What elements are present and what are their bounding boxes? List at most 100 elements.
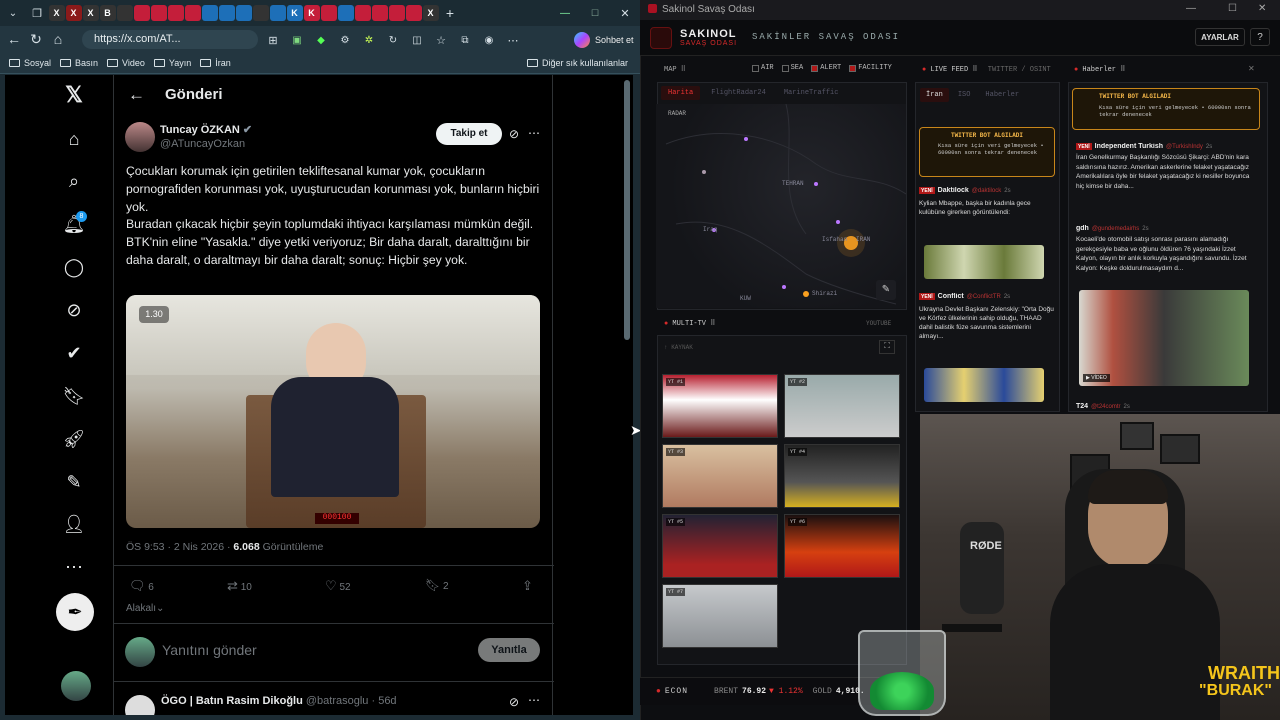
author-name[interactable]: Tuncay ÖZKAN ✔ — [160, 123, 252, 136]
tv-thumb[interactable]: YT #2 — [784, 374, 900, 438]
map-filter-facility[interactable]: FACILITY — [849, 64, 892, 72]
browser-tab[interactable] — [150, 5, 167, 21]
translate-icon[interactable]: ⊞ — [262, 29, 284, 51]
minimize-icon[interactable]: — — [1186, 3, 1196, 14]
map-tab-0[interactable]: Harita — [661, 86, 701, 100]
grok-nav-icon[interactable]: ⊘ — [62, 298, 86, 322]
news-item[interactable]: gdh @gundemedairhs 2s Kocaeli'de otomobil s… — [1076, 225, 1252, 273]
browser-tab[interactable] — [167, 5, 184, 21]
browser-tab[interactable]: K — [286, 5, 303, 21]
map-marker[interactable] — [814, 182, 818, 186]
next-more-icon[interactable]: ⋯ — [528, 693, 540, 707]
favorites-icon[interactable]: ☆ — [430, 29, 452, 51]
news-image[interactable]: ▶ VİDEO — [1079, 290, 1249, 386]
feed-image[interactable] — [924, 368, 1044, 402]
browser-tab[interactable] — [116, 5, 133, 21]
back-arrow-icon[interactable]: ← — [128, 85, 145, 105]
author-avatar[interactable] — [125, 122, 155, 152]
reply-action[interactable]: 🗨︎ 6 — [129, 578, 154, 594]
extension-4-icon[interactable]: ✲ — [358, 29, 380, 51]
reload-icon[interactable]: ↻ — [25, 28, 47, 50]
maximize-icon[interactable]: ☐ — [1228, 3, 1237, 14]
tv-thumb[interactable]: YT #7 — [662, 584, 778, 648]
articles-nav-icon[interactable]: ✎ — [62, 470, 86, 494]
profile-nav-icon[interactable]: 👤︎ — [62, 512, 86, 536]
map-marker[interactable] — [782, 285, 786, 289]
back-icon[interactable]: ← — [3, 28, 25, 50]
browser-tab[interactable]: B — [99, 5, 116, 21]
profile-icon[interactable]: ◉ — [478, 29, 500, 51]
fullscreen-icon[interactable]: ⛶ — [879, 340, 895, 354]
like-action[interactable]: ♡ 52 — [325, 578, 351, 594]
bookmark-3[interactable]: Yayın — [153, 58, 191, 68]
repost-action[interactable]: ⇄ 10 — [227, 578, 252, 594]
map-marker[interactable] — [836, 220, 840, 224]
more-icon[interactable]: ⋯ — [502, 29, 524, 51]
map-marker[interactable] — [744, 137, 748, 141]
help-button[interactable]: ? — [1250, 28, 1270, 46]
news-item[interactable]: T24 @t24comtr 2s — [1076, 403, 1252, 413]
source-button[interactable]: ↑ KAYNAK — [664, 344, 693, 351]
news-item[interactable]: YENİ Independent Turkish @TurkishIndy 2s İra… — [1076, 143, 1252, 191]
map-filter-air[interactable]: AIR — [752, 64, 774, 72]
browser-tab[interactable] — [371, 5, 388, 21]
news-close-icon[interactable]: ✕ — [1248, 64, 1255, 73]
bookmark-action[interactable]: 🔖︎ 2 — [425, 578, 449, 592]
tab-menu-icon[interactable]: ⌄ — [0, 2, 26, 24]
x-logo-icon[interactable]: 𝕏 — [62, 82, 86, 107]
browser-tab[interactable]: K — [303, 5, 320, 21]
map-tab-2[interactable]: MarineTraffic — [777, 86, 846, 100]
tv-thumb[interactable]: YT #3 — [662, 444, 778, 508]
extension-5-icon[interactable]: ↻ — [382, 29, 404, 51]
next-reply-author[interactable]: ÖGO | Batın Rasim Dikoğlu @batrasoglu · … — [161, 695, 397, 707]
tv-thumb[interactable]: YT #1 — [662, 374, 778, 438]
grok-icon[interactable]: ⊘ — [509, 127, 519, 141]
browser-tab[interactable] — [218, 5, 235, 21]
workspaces-icon[interactable]: ❐ — [26, 2, 48, 24]
bookmark-2[interactable]: Video — [107, 58, 145, 68]
map-tab-1[interactable]: FlightRadar24 — [704, 86, 773, 100]
page-scrollbar[interactable] — [624, 80, 630, 340]
minimize-icon[interactable]: — — [550, 2, 580, 24]
extension-2-icon[interactable]: ◆ — [310, 29, 332, 51]
browser-tab[interactable] — [252, 5, 269, 21]
tv-thumb[interactable]: YT #4 — [784, 444, 900, 508]
tv-thumb[interactable]: YT #6 — [784, 514, 900, 578]
collections-icon[interactable]: ⧉ — [454, 29, 476, 51]
feed-image[interactable] — [924, 245, 1044, 279]
explore-nav-icon[interactable]: ⌕ — [62, 169, 86, 193]
browser-tab[interactable] — [133, 5, 150, 21]
bookmarks-nav-icon[interactable]: 🔖︎ — [62, 384, 86, 408]
copilot-chat-button[interactable]: Sohbet et — [574, 31, 634, 49]
address-bar[interactable]: https://x.com/AT... — [82, 30, 258, 49]
bookmark-1[interactable]: Basın — [60, 58, 98, 68]
close-window-icon[interactable]: ✕ — [610, 2, 640, 24]
compose-post-button[interactable]: ✒ — [56, 593, 94, 631]
browser-tab[interactable] — [184, 5, 201, 21]
bookmark-4[interactable]: İran — [200, 58, 231, 68]
tv-thumb[interactable]: YT #5 — [662, 514, 778, 578]
reply-input[interactable]: Yanıtını gönder — [162, 642, 257, 658]
map-hotspot[interactable] — [803, 291, 809, 297]
relevance-dropdown[interactable]: Alakalı⌄ — [126, 603, 164, 614]
home-icon[interactable]: ⌂ — [47, 28, 69, 50]
feed-item[interactable]: YENİ Conflict @ConflictTR 2s Ukrayna Devlet … — [919, 293, 1055, 403]
split-screen-icon[interactable]: ◫ — [406, 29, 428, 51]
browser-tab[interactable]: X — [48, 5, 65, 21]
feed-item[interactable]: YENİ Daktilock @daktilock 2s Kylian Mbappe, … — [919, 187, 1055, 287]
settings-button[interactable]: AYARLAR — [1195, 28, 1245, 46]
home-nav-icon[interactable]: ⌂ — [62, 127, 86, 151]
browser-tab[interactable] — [405, 5, 422, 21]
browser-tab[interactable] — [269, 5, 286, 21]
bookmark-other[interactable]: Diğer sık kullanılanlar — [526, 58, 628, 68]
bookmark-0[interactable]: Sosyal — [9, 58, 51, 68]
browser-tab[interactable]: X — [82, 5, 99, 21]
follow-button[interactable]: Takip et — [436, 123, 502, 145]
feed-tab-2[interactable]: Haberler — [979, 88, 1025, 102]
map-filter-sea[interactable]: SEA — [781, 64, 803, 72]
author-handle[interactable]: @ATuncayOzkan — [160, 138, 245, 150]
more-nav-icon[interactable]: ⋯ — [62, 555, 86, 579]
browser-tab[interactable] — [320, 5, 337, 21]
extension-1-icon[interactable]: ▣ — [286, 29, 308, 51]
share-icon[interactable]: ⇪ — [522, 578, 533, 594]
